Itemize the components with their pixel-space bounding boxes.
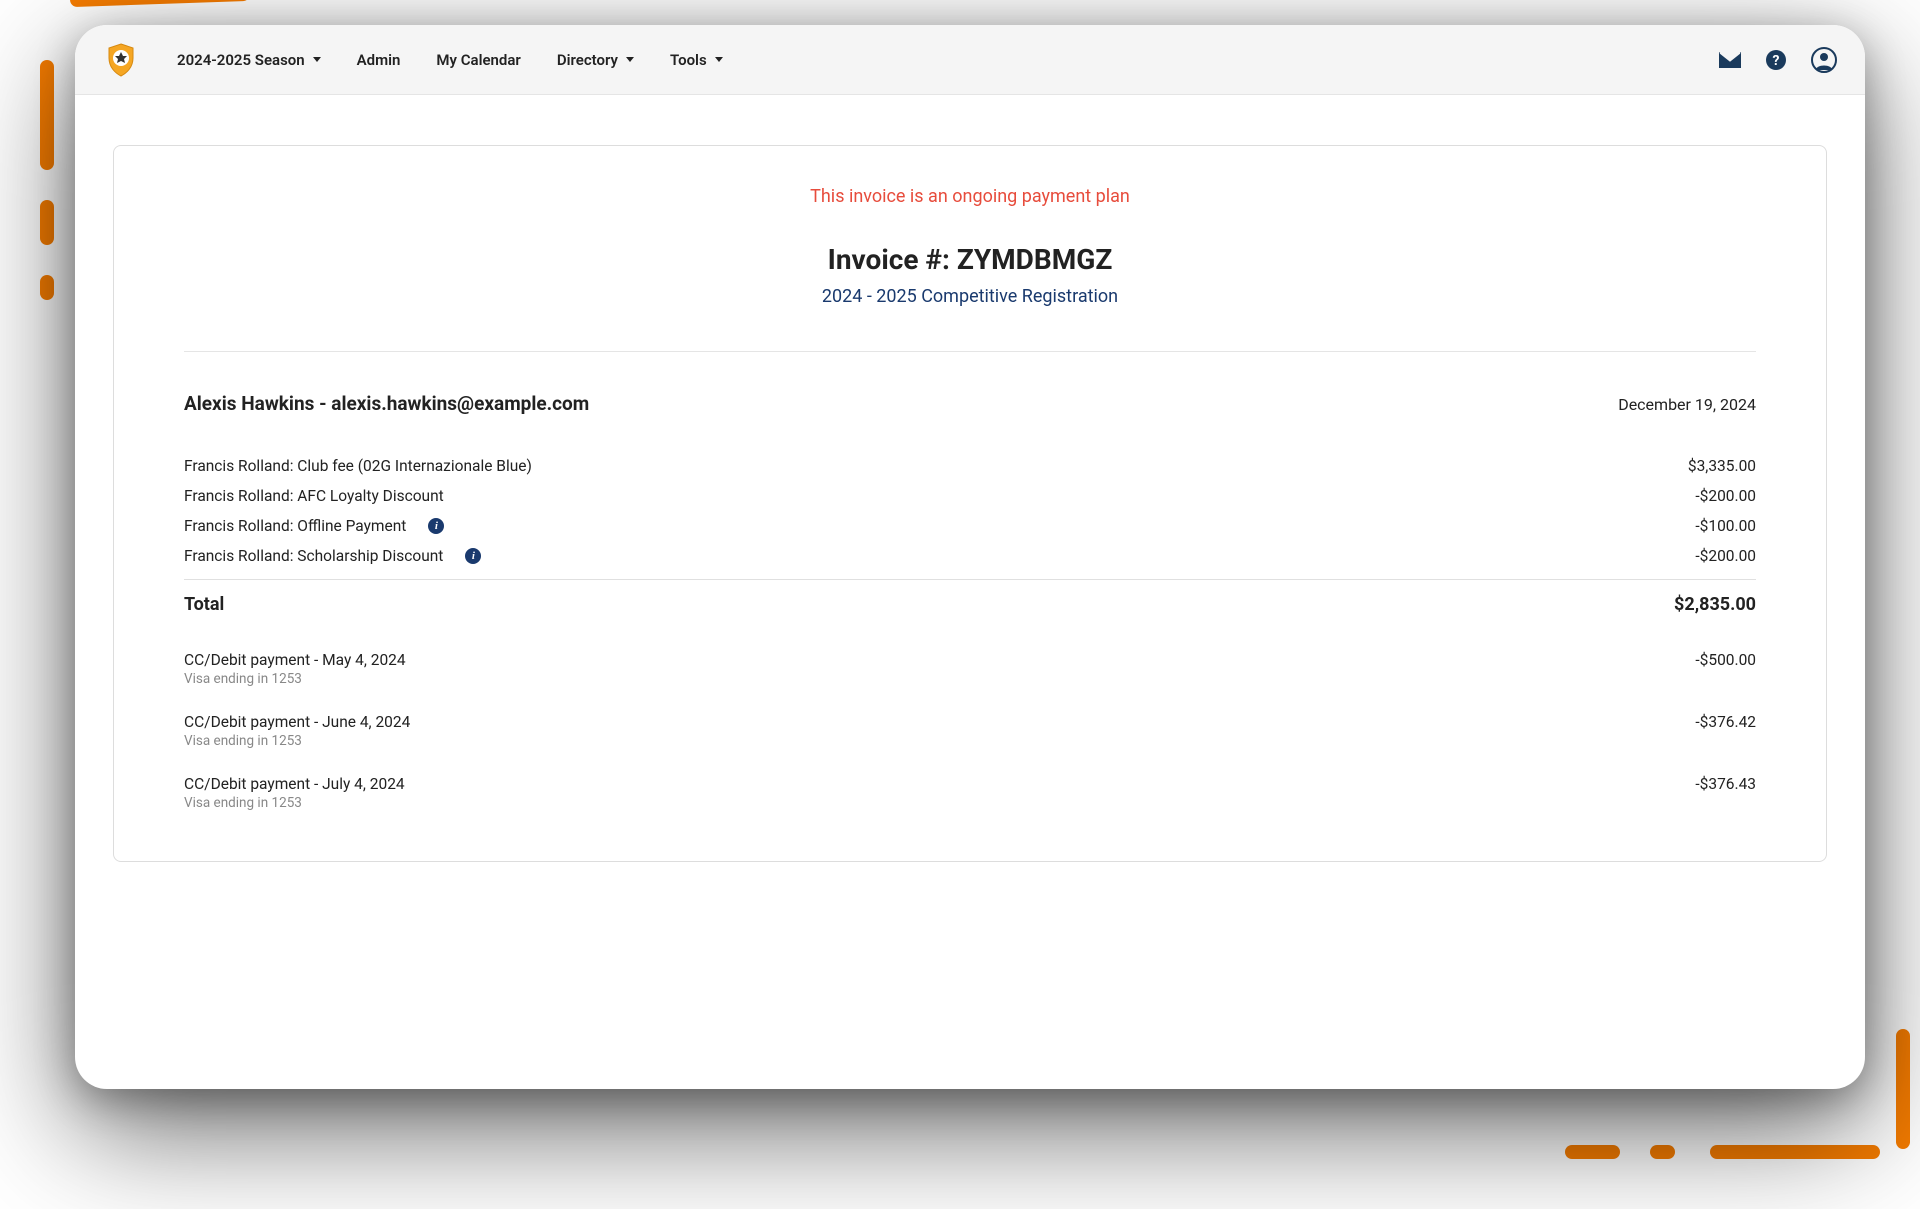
profile-icon[interactable]: [1811, 47, 1837, 73]
customer-name: Alexis Hawkins - alexis.hawkins@example.…: [184, 392, 589, 415]
line-item: Francis Rolland: AFC Loyalty Discount -$…: [184, 481, 1756, 511]
total-row: Total $2,835.00: [184, 579, 1756, 627]
nav-admin-label: Admin: [357, 51, 401, 69]
invoice-date: December 19, 2024: [1618, 395, 1756, 414]
line-item-label: Francis Rolland: Offline Payment: [184, 517, 406, 535]
caret-down-icon: [626, 57, 634, 62]
app-logo[interactable]: [103, 42, 139, 78]
payment-row: CC/Debit payment - June 4, 2024 Visa end…: [184, 713, 1756, 749]
app-window: 2024-2025 Season Admin My Calendar Direc…: [75, 25, 1865, 1089]
top-nav: 2024-2025 Season Admin My Calendar Direc…: [75, 25, 1865, 95]
payment-card-info: Visa ending in 1253: [184, 671, 406, 687]
nav-calendar-label: My Calendar: [436, 51, 520, 69]
mail-icon[interactable]: [1719, 52, 1741, 68]
payment-title: CC/Debit payment - June 4, 2024: [184, 713, 410, 731]
nav-season-dropdown[interactable]: 2024-2025 Season: [177, 51, 321, 69]
line-item-amount: $3,335.00: [1688, 457, 1756, 475]
payment-card-info: Visa ending in 1253: [184, 733, 410, 749]
payment-amount: -$376.42: [1695, 713, 1756, 749]
nav-tools-dropdown[interactable]: Tools: [670, 51, 723, 69]
caret-down-icon: [313, 57, 321, 62]
payment-plan-banner: This invoice is an ongoing payment plan: [184, 186, 1756, 207]
line-item-amount: -$200.00: [1695, 547, 1756, 565]
nav-season-label: 2024-2025 Season: [177, 51, 305, 69]
payment-card-info: Visa ending in 1253: [184, 795, 405, 811]
payment-row: CC/Debit payment - May 4, 2024 Visa endi…: [184, 651, 1756, 687]
payment-amount: -$376.43: [1695, 775, 1756, 811]
content: This invoice is an ongoing payment plan …: [75, 95, 1865, 892]
line-item: Francis Rolland: Club fee (02G Internazi…: [184, 451, 1756, 481]
info-icon[interactable]: i: [428, 518, 444, 534]
svg-text:?: ?: [1773, 53, 1780, 69]
payment-row: CC/Debit payment - July 4, 2024 Visa end…: [184, 775, 1756, 811]
invoice-card: This invoice is an ongoing payment plan …: [113, 145, 1827, 862]
info-icon[interactable]: i: [465, 548, 481, 564]
invoice-subtitle: 2024 - 2025 Competitive Registration: [184, 286, 1756, 307]
line-item-label: Francis Rolland: Club fee (02G Internazi…: [184, 457, 532, 475]
total-amount: $2,835.00: [1674, 594, 1756, 615]
line-item-amount: -$200.00: [1695, 487, 1756, 505]
nav-right: ?: [1719, 47, 1837, 73]
nav-calendar[interactable]: My Calendar: [436, 51, 520, 69]
customer-row: Alexis Hawkins - alexis.hawkins@example.…: [184, 392, 1756, 415]
nav-admin[interactable]: Admin: [357, 51, 401, 69]
total-label: Total: [184, 594, 224, 615]
payment-title: CC/Debit payment - July 4, 2024: [184, 775, 405, 793]
line-item: Francis Rolland: Scholarship Discount i …: [184, 541, 1756, 571]
divider: [184, 351, 1756, 352]
payment-amount: -$500.00: [1695, 651, 1756, 687]
payments-list: CC/Debit payment - May 4, 2024 Visa endi…: [184, 651, 1756, 811]
line-items: Francis Rolland: Club fee (02G Internazi…: [184, 451, 1756, 571]
line-item-label: Francis Rolland: AFC Loyalty Discount: [184, 487, 444, 505]
caret-down-icon: [715, 57, 723, 62]
nav-directory-label: Directory: [557, 51, 618, 69]
payment-title: CC/Debit payment - May 4, 2024: [184, 651, 406, 669]
nav-items: 2024-2025 Season Admin My Calendar Direc…: [177, 51, 723, 69]
invoice-title: Invoice #: ZYMDBMGZ: [184, 243, 1756, 276]
nav-tools-label: Tools: [670, 51, 707, 69]
line-item-amount: -$100.00: [1695, 517, 1756, 535]
nav-directory-dropdown[interactable]: Directory: [557, 51, 634, 69]
line-item-label: Francis Rolland: Scholarship Discount: [184, 547, 443, 565]
line-item: Francis Rolland: Offline Payment i -$100…: [184, 511, 1756, 541]
help-icon[interactable]: ?: [1765, 49, 1787, 71]
